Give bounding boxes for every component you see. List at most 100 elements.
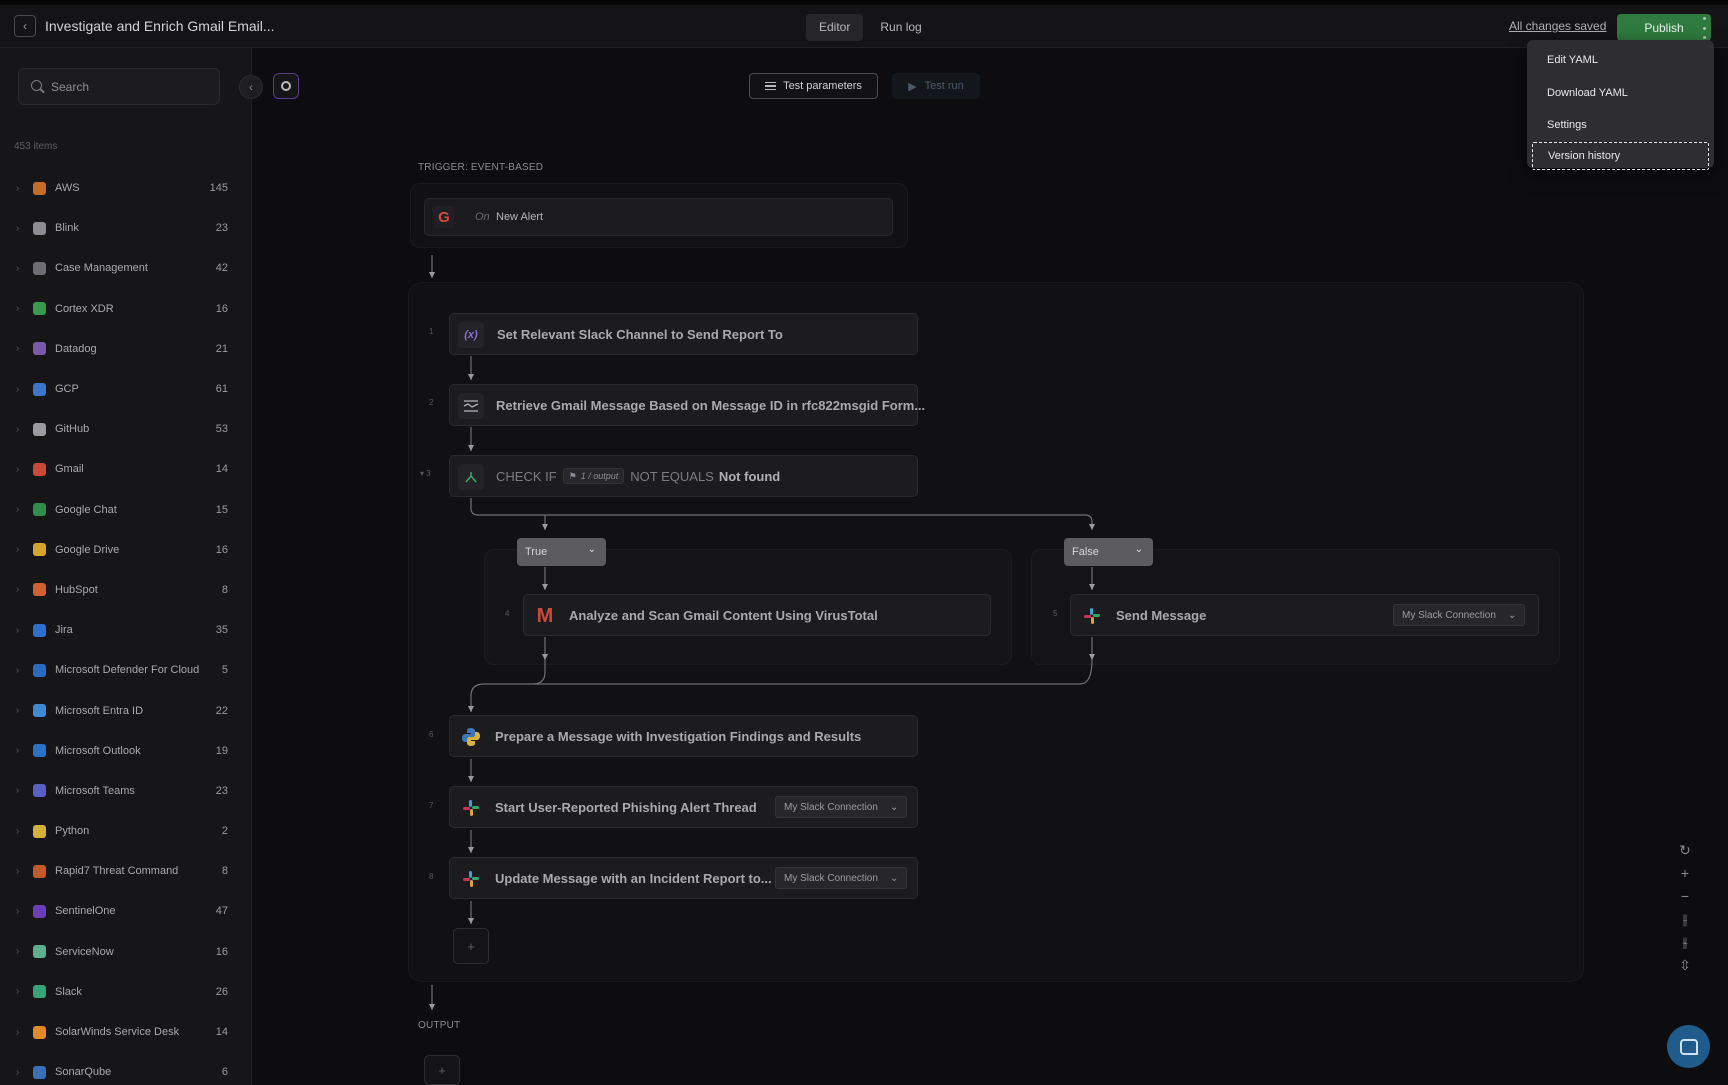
fit-vertical-icon[interactable]: ⫳ (1682, 934, 1688, 951)
tab-run-log[interactable]: Run log (867, 14, 934, 41)
integration-item[interactable]: › SentinelOne 47 (0, 891, 252, 931)
reset-view-icon[interactable]: ↻ (1679, 842, 1691, 859)
condition-operand-chip[interactable]: ⚑ 1 / output (562, 468, 625, 484)
integration-name: HubSpot (55, 583, 98, 596)
integration-name: Microsoft Teams (55, 784, 135, 797)
integration-count: 14 (215, 463, 228, 476)
step-start-phishing-thread[interactable]: Start User-Reported Phishing Alert Threa… (449, 786, 918, 828)
integration-item[interactable]: › SonarQube 6 (0, 1052, 252, 1085)
kebab-menu-icon[interactable] (1700, 17, 1708, 39)
save-status-link[interactable]: All changes saved (1509, 19, 1606, 33)
add-step-button[interactable]: + (453, 928, 489, 964)
output-label: OUTPUT (418, 1020, 461, 1031)
menu-item-edit-yaml[interactable]: Edit YAML (1527, 44, 1714, 77)
branch-false-dropdown[interactable]: False ⌄ (1064, 538, 1153, 566)
step-title: Set Relevant Slack Channel to Send Repor… (497, 326, 783, 342)
test-run-label: Test run (924, 80, 964, 92)
chevron-right-icon: › (16, 463, 20, 475)
integration-item[interactable]: › GCP 61 (0, 369, 252, 409)
view-tabs: Editor Run log (806, 14, 935, 41)
integration-name: Datadog (55, 342, 97, 355)
condition-expression: CHECK IF ⚑ 1 / output NOT EQUALS Not foun… (496, 468, 780, 484)
menu-item-settings[interactable]: Settings (1527, 109, 1714, 142)
menu-item-download-yaml[interactable]: Download YAML (1527, 77, 1714, 110)
step-prepare-message[interactable]: Prepare a Message with Investigation Fin… (449, 715, 918, 757)
integration-logo-icon (33, 945, 46, 959)
integration-item[interactable]: › Microsoft Teams 23 (0, 771, 252, 811)
fit-horizontal-icon[interactable]: ⫲ (1683, 911, 1688, 928)
step-send-message[interactable]: Send Message My Slack Connection ⌄ (1070, 594, 1539, 636)
integration-item[interactable]: › Blink 23 (0, 208, 252, 248)
integration-item[interactable]: › Google Drive 16 (0, 530, 252, 570)
integration-logo-icon (33, 824, 46, 838)
slack-connection-select[interactable]: My Slack Connection ⌄ (775, 867, 908, 889)
integration-count: 16 (215, 945, 228, 958)
zoom-out-icon[interactable]: − (1681, 888, 1689, 905)
chevron-right-icon: › (16, 825, 20, 837)
zoom-in-icon[interactable]: + (1681, 865, 1689, 882)
integration-item[interactable]: › GitHub 53 (0, 409, 252, 449)
tab-editor[interactable]: Editor (806, 14, 864, 41)
chat-icon (1679, 1038, 1698, 1055)
step-number-collapsible[interactable]: ▾ 3 (420, 469, 431, 478)
integration-item[interactable]: › Slack 26 (0, 972, 252, 1012)
test-parameters-label: Test parameters (783, 80, 862, 92)
integration-item[interactable]: › Microsoft Defender For Cloud 5 (0, 650, 252, 690)
integration-name: Google Drive (55, 543, 120, 556)
integration-logo-icon (33, 342, 46, 356)
menu-item-version-history[interactable]: Version history (1532, 141, 1709, 170)
step-retrieve-gmail-message[interactable]: Retrieve Gmail Message Based on Message … (449, 384, 925, 426)
integration-name: SentinelOne (55, 905, 116, 918)
back-button[interactable]: ‹ (14, 15, 36, 37)
search-icon (31, 80, 42, 91)
integration-item[interactable]: › Microsoft Entra ID 22 (0, 690, 252, 730)
integration-count: 8 (221, 583, 228, 596)
integration-item[interactable]: › Case Management 42 (0, 248, 252, 288)
integration-item[interactable]: › SolarWinds Service Desk 14 (0, 1012, 252, 1052)
chevron-right-icon: › (16, 986, 20, 998)
collapse-sidebar-button[interactable]: ‹ (239, 75, 263, 99)
integrations-sidebar: 453 items ›AWS145›Blink23›Case Managemen… (0, 48, 252, 1085)
integration-item[interactable]: › ServiceNow 16 (0, 932, 252, 972)
expand-collapse-icon[interactable]: ⇳ (1679, 957, 1691, 974)
chevron-right-icon: › (16, 343, 20, 355)
integration-count: 26 (215, 985, 228, 998)
branch-true-dropdown[interactable]: True ⌄ (517, 538, 606, 566)
test-parameters-button[interactable]: Test parameters (749, 73, 878, 99)
chevron-right-icon: › (16, 544, 20, 556)
chevron-right-icon: › (16, 1066, 20, 1078)
step-check-if-condition[interactable]: CHECK IF ⚑ 1 / output NOT EQUALS Not foun… (449, 455, 918, 497)
integration-name: SolarWinds Service Desk (55, 1026, 180, 1039)
add-output-button[interactable]: + (424, 1055, 460, 1085)
step-set-slack-channel[interactable]: (x) Set Relevant Slack Channel to Send R… (449, 313, 918, 355)
integration-count: 5 (221, 664, 228, 677)
integration-item[interactable]: › Rapid7 Threat Command 8 (0, 851, 252, 891)
integration-item[interactable]: › AWS 145 (0, 168, 252, 208)
integration-logo-icon (33, 382, 46, 396)
integration-count: 35 (215, 624, 228, 637)
integration-item[interactable]: › Python 2 (0, 811, 252, 851)
ai-assistant-button[interactable] (273, 73, 299, 99)
publish-button[interactable]: Publish (1617, 14, 1711, 41)
search-input[interactable] (51, 69, 211, 104)
integration-item[interactable]: › Gmail 14 (0, 449, 252, 489)
step-analyze-virustotal[interactable]: M Analyze and Scan Gmail Content Using V… (523, 594, 991, 636)
integration-item[interactable]: › Google Chat 15 (0, 490, 252, 530)
integration-item[interactable]: › Microsoft Outlook 19 (0, 731, 252, 771)
chevron-down-icon: ⌄ (889, 801, 899, 813)
chat-support-button[interactable] (1667, 1025, 1710, 1068)
trigger-node[interactable]: G On New Alert (424, 198, 893, 236)
test-run-button[interactable]: ▶ Test run (892, 73, 980, 99)
integration-item[interactable]: › HubSpot 8 (0, 570, 252, 610)
integration-item[interactable]: › Jira 35 (0, 610, 252, 650)
integration-item[interactable]: › Datadog 21 (0, 329, 252, 369)
slack-connection-select[interactable]: My Slack Connection ⌄ (775, 796, 908, 818)
integration-item[interactable]: › Cortex XDR 16 (0, 289, 252, 329)
integration-name: Rapid7 Threat Command (55, 865, 179, 878)
integration-count: 42 (215, 262, 228, 275)
slack-connection-select[interactable]: My Slack Connection ⌄ (1393, 604, 1526, 626)
step-update-message[interactable]: Update Message with an Incident Report t… (449, 857, 918, 899)
integration-name: Jira (55, 624, 73, 637)
chevron-down-icon: ⌄ (889, 872, 899, 884)
step-number: 7 (429, 801, 434, 810)
